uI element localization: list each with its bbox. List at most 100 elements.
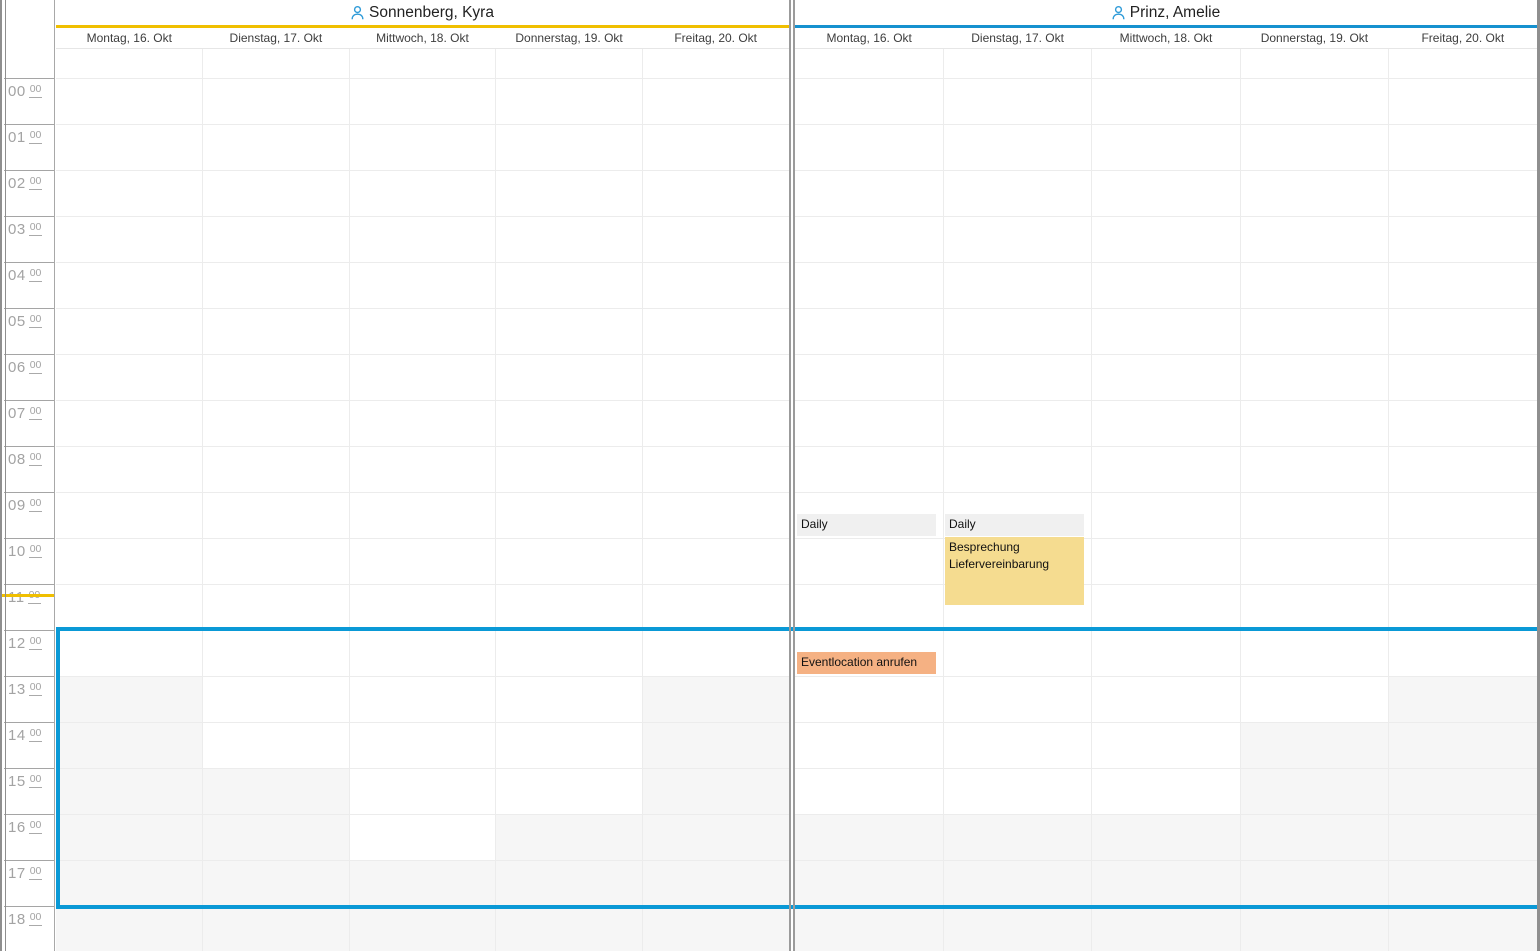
day-header-label: Freitag, 20. Okt: [1421, 31, 1504, 45]
day-column[interactable]: [496, 78, 643, 951]
day-header-label: Dienstag, 17. Okt: [971, 31, 1064, 45]
calendar-owner-header[interactable]: Prinz, Amelie: [795, 0, 1537, 25]
day-column[interactable]: [203, 78, 350, 951]
calendar-grid[interactable]: DailyDailyBesprechung Liefervereinbarung…: [795, 78, 1537, 951]
day-header[interactable]: Mittwoch, 18. Okt: [349, 28, 496, 48]
hour-grid-line: [795, 170, 1537, 171]
day-column[interactable]: [56, 78, 203, 951]
day-header[interactable]: Donnerstag, 19. Okt: [496, 28, 643, 48]
hour-grid-line: [56, 170, 789, 171]
all-day-cell[interactable]: [795, 49, 943, 78]
day-column[interactable]: [1241, 78, 1390, 951]
calendar-event[interactable]: Eventlocation anrufen: [797, 652, 936, 674]
hour-grid-line: [795, 446, 1537, 447]
hour-grid-line: [56, 538, 789, 539]
time-label-hour: 08: [8, 451, 26, 468]
hour-grid-line: [795, 308, 1537, 309]
calendar-grid[interactable]: [56, 78, 789, 951]
day-column[interactable]: [643, 78, 789, 951]
calendar-owner-header[interactable]: Sonnenberg, Kyra: [56, 0, 789, 25]
day-header[interactable]: Dienstag, 17. Okt: [943, 28, 1091, 48]
gutter-hour-tick: [4, 78, 54, 79]
all-day-strip[interactable]: [795, 49, 1537, 78]
gutter-hour-tick: [4, 860, 54, 861]
hour-grid-line: [56, 492, 789, 493]
hour-grid-line: [56, 400, 789, 401]
all-day-cell[interactable]: [642, 49, 789, 78]
time-label: 0400: [8, 267, 42, 285]
time-label-minutes: 00: [29, 83, 43, 98]
all-day-strip[interactable]: [56, 49, 789, 78]
non-working-hours-shading: [944, 814, 1092, 951]
gutter-hour-tick: [4, 170, 54, 171]
all-day-cell[interactable]: [495, 49, 642, 78]
day-header[interactable]: Montag, 16. Okt: [56, 28, 203, 48]
day-header[interactable]: Freitag, 20. Okt: [1389, 28, 1537, 48]
hour-grid-line: [795, 400, 1537, 401]
time-label: 0700: [8, 405, 42, 423]
calendar-event[interactable]: Besprechung Liefervereinbarung: [945, 537, 1084, 605]
all-day-cell[interactable]: [943, 49, 1092, 78]
all-day-cell[interactable]: [1091, 49, 1240, 78]
hour-grid-line: [795, 78, 1537, 79]
time-label: 0200: [8, 175, 42, 193]
time-label-minutes: 00: [29, 267, 43, 282]
time-label-hour: 01: [8, 129, 26, 146]
calendar-event[interactable]: Daily: [797, 514, 936, 536]
schedule-view: 0000010002000300040005000600070008000900…: [0, 0, 1540, 951]
time-label-minutes: 00: [29, 773, 43, 788]
day-column[interactable]: [1389, 78, 1537, 951]
time-label: 0600: [8, 359, 42, 377]
all-day-cell[interactable]: [202, 49, 349, 78]
hour-grid-line: [795, 906, 1537, 907]
hour-grid-line: [56, 216, 789, 217]
owner-name: Prinz, Amelie: [1130, 4, 1220, 22]
window-left-edge: [0, 0, 2, 951]
hour-grid-line: [795, 630, 1537, 631]
hour-grid-line: [795, 584, 1537, 585]
time-label-minutes: 00: [29, 727, 43, 742]
all-day-cell[interactable]: [56, 49, 202, 78]
day-header[interactable]: Donnerstag, 19. Okt: [1240, 28, 1388, 48]
gutter-hour-tick: [4, 676, 54, 677]
calendar-event[interactable]: Daily: [945, 514, 1084, 536]
hour-grid-line: [795, 124, 1537, 125]
time-label: 1300: [8, 681, 42, 699]
gutter-hour-tick: [4, 308, 54, 309]
time-label-minutes: 00: [29, 543, 43, 558]
time-label-minutes: 00: [29, 175, 43, 190]
day-header[interactable]: Montag, 16. Okt: [795, 28, 943, 48]
all-day-cell[interactable]: [1240, 49, 1389, 78]
time-label: 1800: [8, 911, 42, 929]
day-header-label: Mittwoch, 18. Okt: [1120, 31, 1213, 45]
time-label-hour: 16: [8, 819, 26, 836]
day-header[interactable]: Freitag, 20. Okt: [642, 28, 789, 48]
time-label-hour: 02: [8, 175, 26, 192]
day-column[interactable]: [1092, 78, 1241, 951]
all-day-cell[interactable]: [349, 49, 496, 78]
time-label-hour: 04: [8, 267, 26, 284]
hour-grid-line: [56, 814, 789, 815]
time-label-hour: 13: [8, 681, 26, 698]
day-header[interactable]: Mittwoch, 18. Okt: [1092, 28, 1240, 48]
gutter-hour-tick: [4, 216, 54, 217]
hour-grid-line: [56, 860, 789, 861]
day-header-label: Donnerstag, 19. Okt: [1261, 31, 1368, 45]
time-gutter: 0000010002000300040005000600070008000900…: [0, 0, 55, 951]
day-header-label: Montag, 16. Okt: [827, 31, 912, 45]
hour-grid-line: [795, 216, 1537, 217]
time-label-hour: 00: [8, 83, 26, 100]
day-header[interactable]: Dienstag, 17. Okt: [203, 28, 350, 48]
time-label-hour: 11: [8, 589, 25, 606]
hour-grid-line: [56, 630, 789, 631]
hour-grid-line: [795, 538, 1537, 539]
day-column[interactable]: [350, 78, 497, 951]
time-label-hour: 18: [8, 911, 26, 928]
time-label: 1400: [8, 727, 42, 745]
hour-grid-line: [56, 308, 789, 309]
time-label-minutes: 00: [29, 497, 43, 512]
time-label: 1100: [8, 589, 41, 607]
all-day-cell[interactable]: [1388, 49, 1537, 78]
time-label-hour: 14: [8, 727, 26, 744]
hour-grid-line: [56, 124, 789, 125]
